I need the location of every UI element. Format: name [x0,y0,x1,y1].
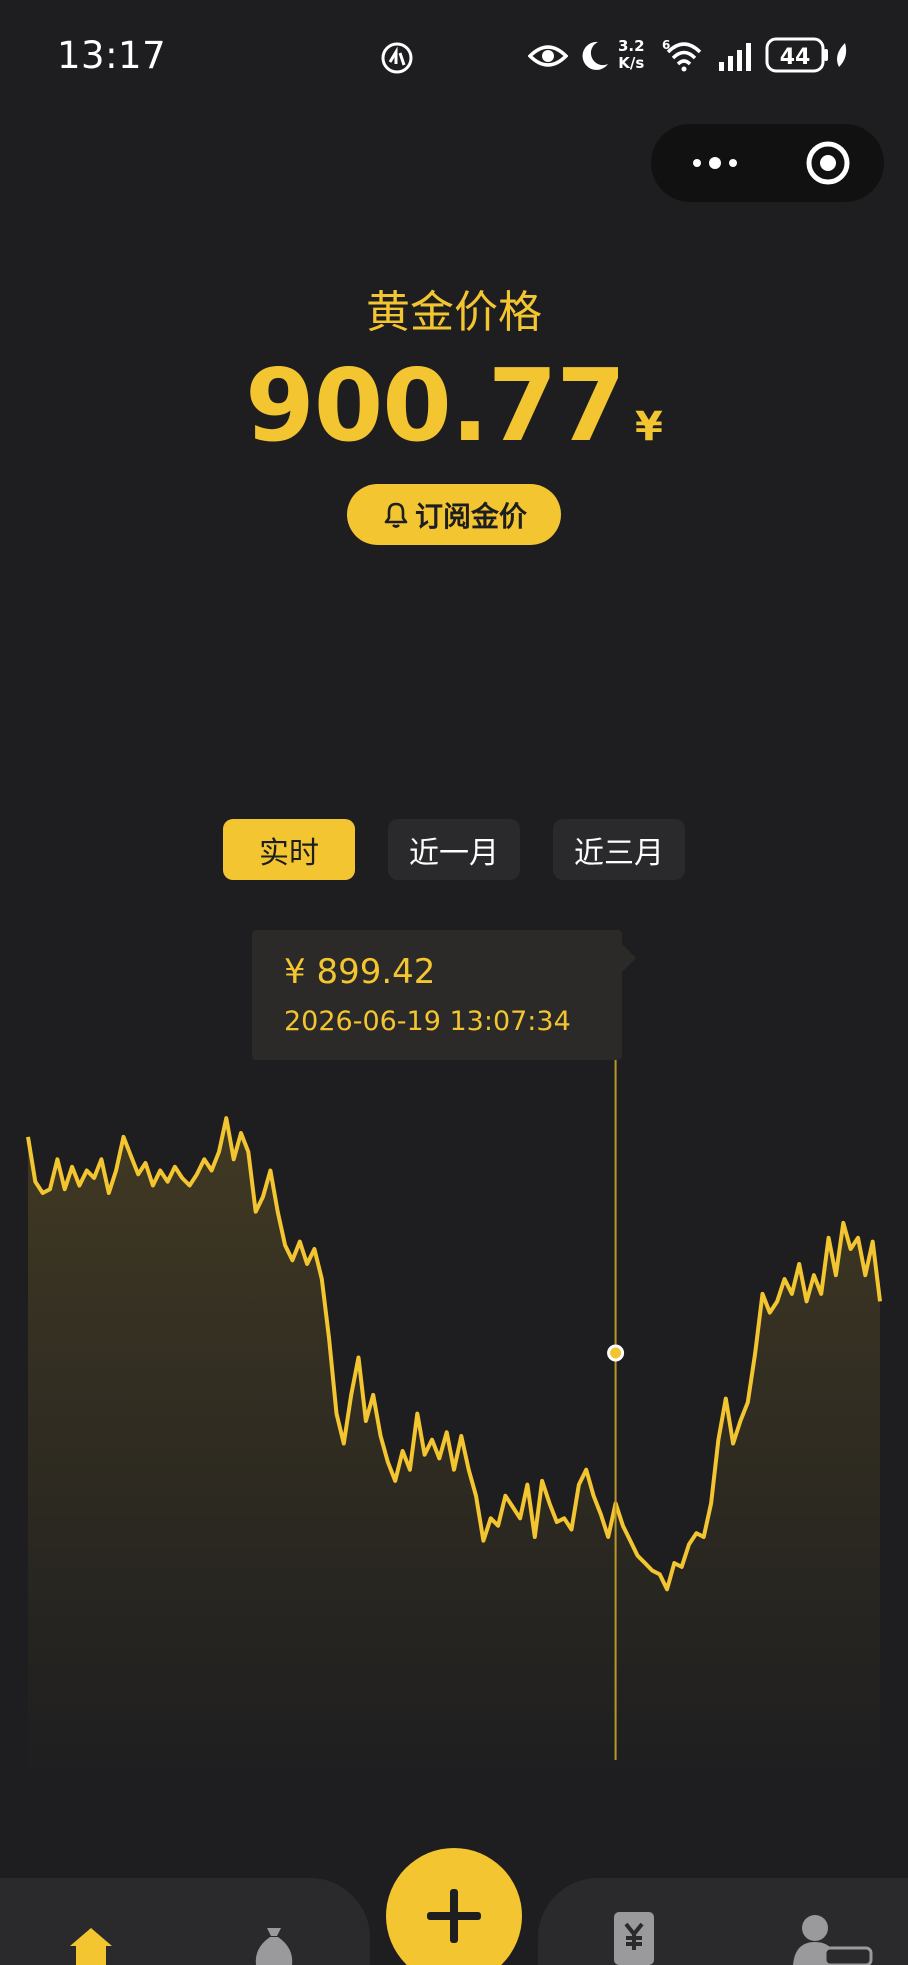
gold-price-page: 13:17 3.2 K/s 6 44 黄金价格 900.77 ¥ 订阅金价 实时… [0,0,908,1965]
tab-realtime[interactable]: 实时 [223,819,355,880]
close-miniprogram-icon[interactable] [805,140,851,186]
add-button[interactable] [386,1848,522,1965]
money-bag-icon[interactable] [250,1924,298,1965]
wifi-icon: 6 [662,38,702,72]
network-speed: 3.2 K/s [618,37,645,72]
tooltip-time: 2026-06-19 13:07:34 [284,1006,571,1037]
tab-last-three-months[interactable]: 近三月 [553,819,685,880]
subscribe-price-button[interactable]: 订阅金价 [347,484,561,545]
do-not-disturb-moon-icon [582,41,608,70]
bell-icon [384,502,408,528]
current-price: 900.77 ¥ [0,347,908,464]
tooltip-price: ¥ 899.42 [284,952,436,992]
bill-icon[interactable] [612,1910,656,1965]
chart-tooltip: ¥ 899.42 2026-06-19 13:07:34 [252,930,636,1060]
tooltip-arrow [622,944,636,972]
cellular-signal-icon [719,43,751,71]
battery-icon: 44 [765,37,847,73]
miniprogram-capsule [651,124,884,202]
profile-icon[interactable] [793,1914,873,1965]
more-options-icon[interactable] [685,151,745,175]
status-time: 13:17 [57,34,167,77]
plus-icon [427,1889,481,1943]
eye-comfort-icon [528,45,568,67]
subscribe-label: 订阅金价 [414,499,527,533]
selected-point [607,1344,625,1362]
tab-last-month[interactable]: 近一月 [388,819,520,880]
status-bar: 13:17 3.2 K/s 6 44 [0,0,908,112]
nav-left-panel [0,1878,370,1965]
home-icon[interactable] [66,1924,116,1965]
chart-area-fill [28,1118,880,1780]
battery-level: 44 [780,45,811,70]
app-notification-icon [381,42,413,74]
price-currency: ¥ [635,404,663,450]
page-title: 黄金价格 [366,287,542,338]
price-value: 900.77 [245,347,626,464]
